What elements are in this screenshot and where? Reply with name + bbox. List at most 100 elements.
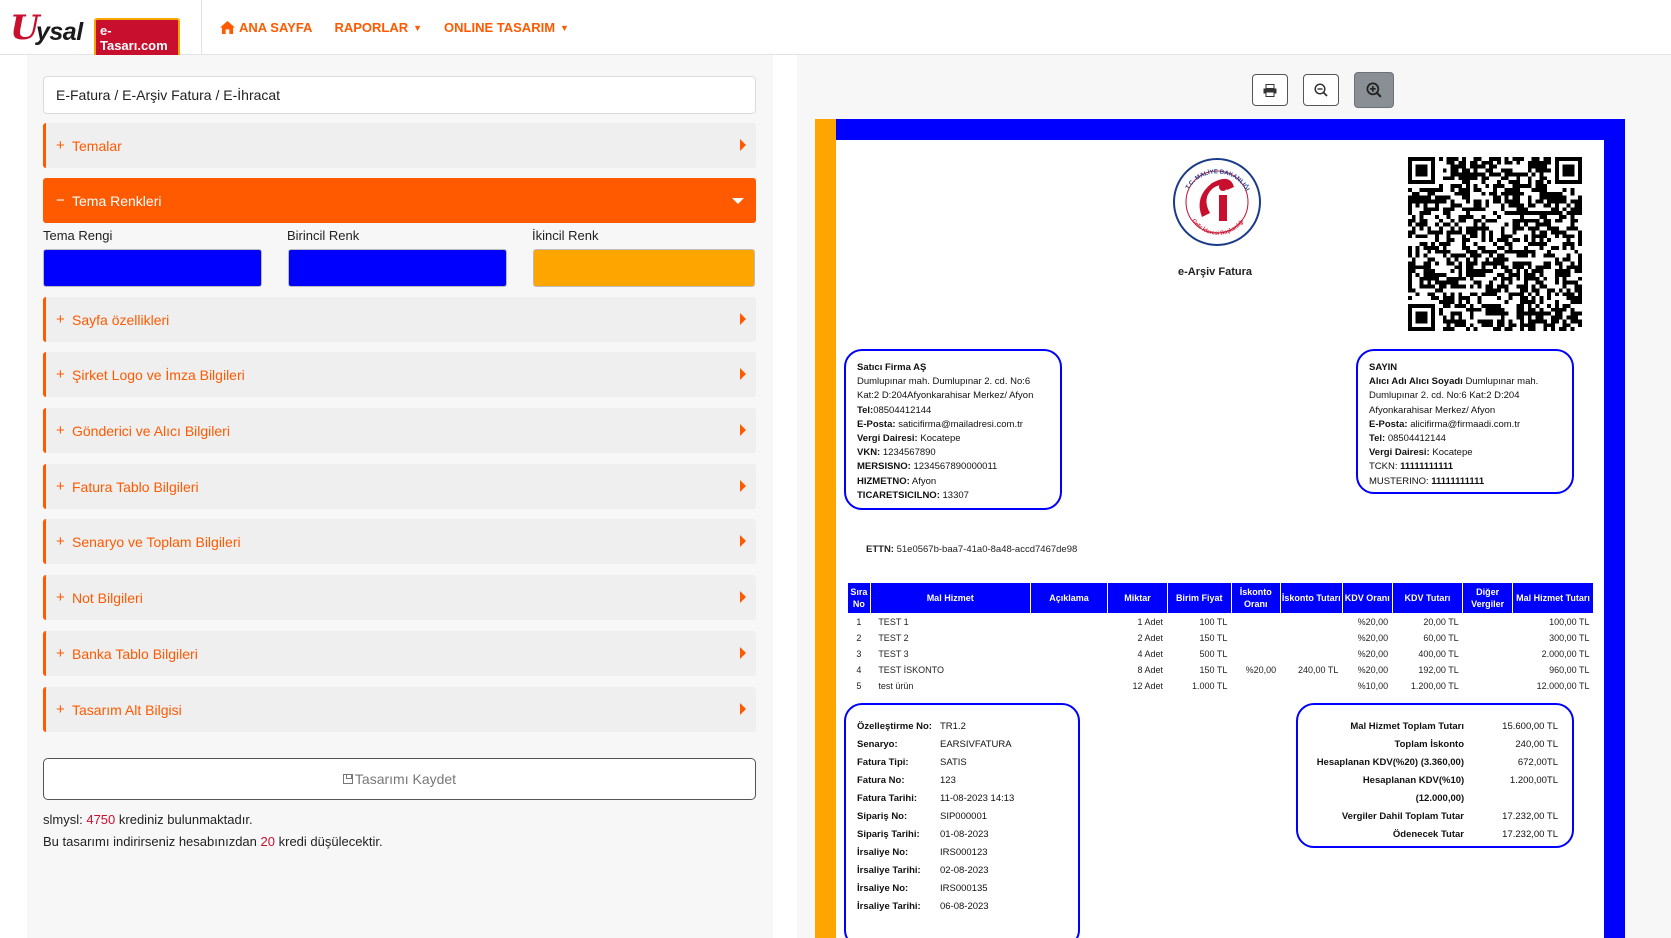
table-row: 4 TEST İSKONTO 8 Adet 150 TL %20,00 240,00 TL… — [848, 662, 1594, 678]
table-cell: 20,00 TL — [1423, 616, 1459, 627]
credit-deduct-note: Bu tasarımı indirirseniz hesabınızdan 20… — [43, 834, 383, 849]
nav-home[interactable]: ANA SAYFA — [220, 20, 312, 35]
table-cell — [1463, 662, 1513, 678]
ettn-label: ETTN: — [866, 544, 894, 555]
scenario-value: 01-08-2023 — [940, 829, 989, 840]
table-cell: TEST İSKONTO — [878, 664, 944, 675]
col-header: İskonto Oranı — [1230, 582, 1281, 614]
buyer-email-label: E-Posta: — [1369, 418, 1408, 430]
section-label: Senaryo ve Toplam Bilgileri — [72, 533, 241, 550]
scenario-row: Fatura Tarihi: 11-08-2023 14:13 — [857, 790, 1067, 808]
breadcrumb: E-Fatura / E-Arşiv Fatura / E-İhracat — [43, 76, 756, 114]
section-senaryo-toplam[interactable]: + Senaryo ve Toplam Bilgileri — [43, 519, 756, 564]
table-cell — [1463, 646, 1513, 662]
table-cell: 150 TL — [1199, 632, 1228, 643]
table-cell: TEST 1 — [878, 616, 909, 627]
expand-plus-icon: + — [56, 533, 65, 550]
seller-hizmet: Afyon — [911, 475, 937, 487]
seller-email-label: E-Posta: — [857, 418, 896, 430]
brand-logo[interactable]: U ysal e-Tasarı.com — [10, 8, 180, 58]
table-cell: %20,00 — [1357, 664, 1389, 675]
seller-mersis-label: MERSISNO: — [857, 461, 911, 473]
table-cell: 4 Adet — [1137, 648, 1164, 659]
save-icon — [342, 774, 353, 784]
zoom-in-button[interactable] — [1354, 72, 1394, 108]
scenario-key: Özelleştirme No: — [857, 721, 932, 732]
table-cell: 960,00 TL — [1549, 664, 1590, 675]
table-cell: 1.200,00 TL — [1410, 680, 1459, 691]
section-banka-tablo[interactable]: + Banka Tablo Bilgileri — [43, 631, 756, 676]
panel-divider — [773, 55, 797, 938]
scenario-row: İrsaliye Tarihi: 02-08-2023 — [857, 862, 1067, 880]
totals-row: Hesaplanan KDV(%10) (12.000,00) 1.200,00T… — [1312, 772, 1558, 808]
table-cell: 100 TL — [1199, 616, 1228, 627]
section-label: Not Bilgileri — [72, 589, 143, 606]
main-nav: ANA SAYFA RAPORLAR ▼ ONLINE TASARIM ▼ — [220, 0, 591, 55]
col-header: İskonto Tutarı — [1279, 582, 1343, 614]
scenario-value: SIP000001 — [940, 811, 988, 822]
scenario-value: IRS000135 — [940, 883, 988, 894]
caret-right-icon — [740, 424, 746, 436]
table-cell: 2 Adet — [1137, 632, 1164, 643]
table-cell — [1280, 678, 1342, 694]
table-cell — [1030, 646, 1108, 662]
frame-right-bar — [1604, 119, 1625, 938]
totals-value: 1.200,00TL — [1509, 775, 1558, 786]
totals-value: 17.232,00 TL — [1502, 811, 1558, 822]
section-gonderici-alici[interactable]: + Gönderici ve Alıcı Bilgileri — [43, 408, 756, 453]
expand-plus-icon: + — [56, 422, 65, 439]
section-not-bilgileri[interactable]: + Not Bilgileri — [43, 575, 756, 620]
credit-text: krediniz bulunmaktadır. — [118, 812, 253, 827]
col-header: Miktar — [1107, 582, 1168, 614]
nav-reports[interactable]: RAPORLAR ▼ — [334, 20, 422, 35]
zoom-out-button[interactable] — [1303, 74, 1339, 106]
table-cell — [1231, 646, 1280, 662]
section-fatura-tablo[interactable]: + Fatura Tablo Bilgileri — [43, 464, 756, 509]
buyer-tckn: 11111111111 — [1400, 461, 1454, 473]
col-header: Diğer Vergiler — [1462, 582, 1513, 614]
primary-color-picker[interactable] — [288, 249, 507, 287]
table-cell: 4 — [856, 664, 862, 675]
username: slmysl: — [43, 812, 83, 827]
caret-right-icon — [740, 647, 746, 659]
expand-plus-icon: + — [56, 589, 65, 606]
caret-right-icon — [740, 139, 746, 151]
section-temalar[interactable]: + Temalar — [43, 123, 756, 168]
nav-online-design-label: ONLINE TASARIM — [444, 20, 556, 35]
col-header: Açıklama — [1029, 582, 1109, 614]
table-cell: 3 — [856, 648, 862, 659]
table-cell: 12.000,00 TL — [1536, 680, 1590, 691]
seller-vkn-label: VKN: — [857, 447, 881, 459]
section-tasarim-alt-bilgisi[interactable]: + Tasarım Alt Bilgisi — [43, 687, 756, 732]
scenario-key: Fatura No: — [857, 775, 905, 786]
expand-plus-icon: + — [56, 366, 65, 383]
totals-row: Toplam İskonto 240,00 TL — [1312, 736, 1559, 754]
scenario-row: Fatura Tipi: SATIS — [857, 754, 1067, 772]
seller-address-2: Kat:2 D:204Afyonkarahisar Merkez/ Afyon — [857, 390, 1034, 402]
scenario-value: 06-08-2023 — [940, 901, 989, 912]
caret-right-icon — [740, 591, 746, 603]
seller-ticaret-label: TICARETSICILNO: — [857, 489, 940, 501]
zoom-out-icon — [1314, 83, 1328, 97]
table-cell — [1280, 614, 1342, 630]
table-header-row: Sıra No Mal Hizmet Açıklama Miktar Birim… — [847, 582, 1594, 614]
nav-online-design[interactable]: ONLINE TASARIM ▼ — [444, 20, 569, 35]
section-tema-renkleri[interactable]: − Tema Renkleri — [43, 178, 756, 223]
deduct-text-pre: Bu tasarımı indirirseniz hesabınızdan — [43, 834, 257, 849]
scenario-row: İrsaliye Tarihi: 06-08-2023 — [857, 898, 1067, 916]
buyer-tel: 08504412144 — [1387, 433, 1446, 445]
scenario-row: Sipariş No: SIP000001 — [857, 808, 1067, 826]
table-cell: 5 — [856, 680, 862, 691]
totals-row: Mal Hizmet Toplam Tutarı 15.600,00 TL — [1312, 718, 1558, 736]
save-design-button[interactable]: Tasarımı Kaydet — [43, 758, 756, 800]
deduct-amount: 20 — [260, 834, 275, 849]
section-sayfa-ozellikleri[interactable]: + Sayfa özellikleri — [43, 297, 756, 342]
totals-value: 15.600,00 TL — [1502, 721, 1558, 732]
table-cell — [1231, 630, 1280, 646]
secondary-color-picker[interactable] — [533, 249, 755, 287]
theme-color-picker[interactable] — [43, 249, 262, 287]
table-cell — [1030, 678, 1108, 694]
top-navbar: U ysal e-Tasarı.com ANA SAYFA RAPORLAR ▼… — [0, 0, 1671, 58]
section-sirket-logo[interactable]: + Şirket Logo ve İmza Bilgileri — [43, 352, 756, 397]
print-button[interactable] — [1252, 74, 1288, 106]
